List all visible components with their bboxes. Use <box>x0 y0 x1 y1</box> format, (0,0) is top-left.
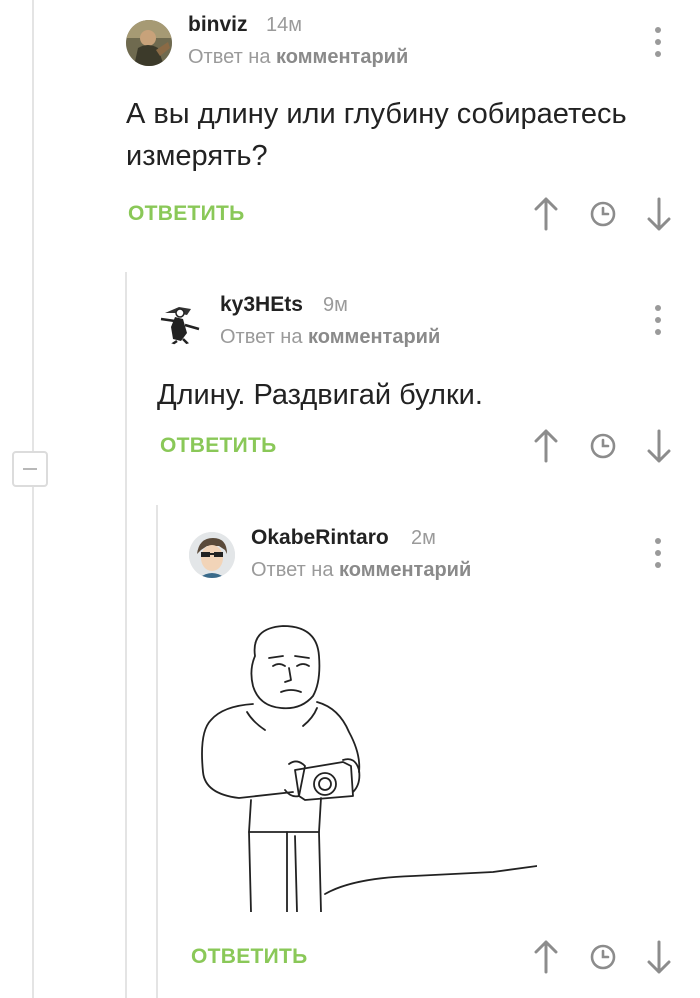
save-button[interactable] <box>588 197 618 231</box>
collapse-thread-button[interactable] <box>12 451 48 487</box>
comment-time: 9м <box>323 294 348 316</box>
upvote-button[interactable] <box>531 940 561 974</box>
reply-to-link[interactable]: Ответ на комментарий <box>251 559 471 582</box>
arrow-up-icon <box>534 429 558 463</box>
comment-text: А вы длину или глубину собираетесь измер… <box>126 98 627 172</box>
clock-icon <box>590 944 616 970</box>
comment-image[interactable] <box>193 622 538 913</box>
downvote-button[interactable] <box>644 197 674 231</box>
comment-time: 2м <box>411 527 436 549</box>
arrow-up-icon <box>534 197 558 231</box>
reply-to-link[interactable]: Ответ на комментарий <box>220 326 440 349</box>
arrow-up-icon <box>534 940 558 974</box>
reply-to-label: Ответ на <box>220 326 303 348</box>
downvote-button[interactable] <box>644 429 674 463</box>
arrow-down-icon <box>647 940 671 974</box>
reply-to-comment: комментарий <box>339 559 472 581</box>
user-photo-icon <box>126 20 172 66</box>
user-anime-icon <box>189 532 235 578</box>
reply-button[interactable]: ОТВЕТИТЬ <box>160 434 277 458</box>
reply-to-label: Ответ на <box>188 46 271 68</box>
comment-text: Длину. Раздвигай булки. <box>157 379 483 411</box>
avatar[interactable] <box>126 20 172 66</box>
comment-menu-button[interactable] <box>653 538 663 568</box>
reply-to-label: Ответ на <box>251 559 334 581</box>
save-button[interactable] <box>588 429 618 463</box>
user-drawing-icon <box>157 299 203 345</box>
comment-menu-button[interactable] <box>653 305 663 335</box>
thread-line <box>32 0 34 998</box>
reply-to-comment: комментарий <box>276 46 409 68</box>
arrow-down-icon <box>647 197 671 231</box>
reply-to-link[interactable]: Ответ на комментарий <box>188 46 408 69</box>
downvote-button[interactable] <box>644 940 674 974</box>
avatar[interactable] <box>189 532 235 578</box>
reply-button[interactable]: ОТВЕТИТЬ <box>128 202 245 226</box>
reply-button[interactable]: ОТВЕТИТЬ <box>191 945 308 969</box>
avatar[interactable] <box>157 299 203 345</box>
save-button[interactable] <box>588 940 618 974</box>
reply-to-comment: комментарий <box>308 326 441 348</box>
thread-line <box>125 272 127 998</box>
comment-menu-button[interactable] <box>653 27 663 57</box>
comment-author[interactable]: binviz <box>188 13 248 37</box>
clock-icon <box>590 433 616 459</box>
comment-author[interactable]: OkabeRintaro <box>251 526 389 550</box>
comment-author[interactable]: ky3HEts <box>220 293 303 317</box>
wojak-camera-drawing <box>193 622 538 913</box>
upvote-button[interactable] <box>531 429 561 463</box>
thread-line <box>156 505 158 998</box>
arrow-down-icon <box>647 429 671 463</box>
upvote-button[interactable] <box>531 197 561 231</box>
comment-time: 14м <box>266 14 302 36</box>
clock-icon <box>590 201 616 227</box>
